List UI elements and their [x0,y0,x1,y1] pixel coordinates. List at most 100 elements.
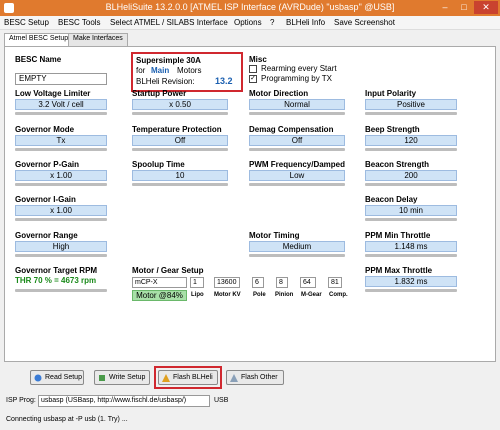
menu-options[interactable]: Options [234,18,262,27]
menu-save-screenshot[interactable]: Save Screenshot [334,18,395,27]
pinion-input[interactable]: 8 [276,277,288,288]
motor-type-select[interactable]: mCP-X [132,277,187,288]
beacon-delay-field[interactable]: 10 min [365,205,457,216]
motor-load-indicator: Motor @84% [132,290,187,301]
write-setup-label: Write Setup [109,374,146,381]
governor-mode-label: Governor Mode [15,125,75,134]
pwm-frequency-label: PWM Frequency/Damped [249,160,346,169]
governor-mode-slider[interactable] [15,148,107,151]
beacon-strength-label: Beacon Strength [365,160,430,169]
status-bar-text: Connecting usbasp at -P usb (1. Try) ... [6,416,128,423]
startup-power-slider[interactable] [132,112,228,115]
main-gear-caption: M-Gear [301,292,322,298]
rearming-label: Rearming every Start [261,64,337,73]
tab-make-interfaces[interactable]: Make Interfaces [68,33,128,46]
window-title: BLHeliSuite 13.2.0.0 [ATMEL ISP Interfac… [105,2,395,12]
besc-name-input[interactable]: EMPTY [15,73,107,85]
ppm-min-slider[interactable] [365,254,457,257]
info-main-label: Main [151,66,170,75]
motor-timing-slider[interactable] [249,254,345,257]
demag-field[interactable]: Off [249,135,345,146]
demag-label: Demag Compensation [249,125,334,134]
startup-power-field[interactable]: x 0.50 [132,99,228,110]
governor-mode-field[interactable]: Tx [15,135,107,146]
rearming-checkbox[interactable] [249,65,257,73]
startup-power-label: Startup Power [132,89,187,98]
flash-other-label: Flash Other [241,374,278,381]
ppm-max-slider[interactable] [365,289,457,292]
input-polarity-slider[interactable] [365,112,457,115]
demag-slider[interactable] [249,148,345,151]
motor-kv-input[interactable]: 13600 [214,277,240,288]
menu-blheli-info[interactable]: BLHeli Info [286,18,325,27]
gov-i-gain-field[interactable]: x 1.00 [15,205,107,216]
gov-i-gain-label: Governor I-Gain [15,195,76,204]
menu-select-interface[interactable]: Select ATMEL / SILABS Interface [110,18,228,27]
pwm-frequency-slider[interactable] [249,183,345,186]
minimize-button[interactable]: – [436,1,454,14]
maximize-button[interactable]: □ [455,1,473,14]
gov-range-slider[interactable] [15,254,107,257]
gov-range-field[interactable]: High [15,241,107,252]
motor-direction-slider[interactable] [249,112,345,115]
motor-timing-field[interactable]: Medium [249,241,345,252]
temp-protection-field[interactable]: Off [132,135,228,146]
compensation-input[interactable]: 81 [328,277,342,288]
title-bar: BLHeliSuite 13.2.0.0 [ATMEL ISP Interfac… [0,0,500,16]
beep-strength-field[interactable]: 120 [365,135,457,146]
gov-target-label: Governor Target RPM [15,266,98,275]
main-gear-input[interactable]: 64 [300,277,316,288]
beacon-delay-label: Beacon Delay [365,195,418,204]
temp-protection-label: Temperature Protection [132,125,222,134]
gov-i-gain-slider[interactable] [15,218,107,221]
spoolup-time-label: Spoolup Time [132,160,185,169]
programming-by-tx-label: Programming by TX [261,74,332,83]
beep-strength-label: Beep Strength [365,125,420,134]
ppm-max-label: PPM Max Throttle [365,266,433,275]
menu-besc-tools[interactable]: BESC Tools [58,18,101,27]
temp-protection-slider[interactable] [132,148,228,151]
input-polarity-field[interactable]: Positive [365,99,457,110]
tab-atmel-besc-setup[interactable]: Atmel BESC Setup [4,33,74,47]
flash-blheli-highlight [154,366,222,389]
gov-range-label: Governor Range [15,231,78,240]
isp-port-label: USB [214,397,229,404]
beacon-delay-slider[interactable] [365,218,457,221]
lipo-cells-input[interactable]: 1 [190,277,204,288]
gov-target-value: THR 70 % = 4673 rpm [15,276,97,285]
ppm-min-field[interactable]: 1.148 ms [365,241,457,252]
write-setup-button[interactable]: Write Setup [94,370,150,385]
gov-p-gain-field[interactable]: x 1.00 [15,170,107,181]
info-motors-label: Motors [177,66,202,75]
flash-other-button[interactable]: Flash Other [226,370,284,385]
motor-direction-field[interactable]: Normal [249,99,345,110]
pole-input[interactable]: 6 [252,277,264,288]
motor-gear-label: Motor / Gear Setup [132,266,204,275]
close-button[interactable]: ✕ [474,1,498,14]
info-for-label: for [136,66,146,75]
isp-programmer-select[interactable]: usbasp (USBasp, http://www.fischl.de/usb… [38,395,210,407]
beacon-strength-field[interactable]: 200 [365,170,457,181]
beacon-strength-slider[interactable] [365,183,457,186]
menu-bar: BESC Setup BESC Tools Select ATMEL / SIL… [0,16,500,30]
spoolup-time-field[interactable]: 10 [132,170,228,181]
setup-panel: BESC Name EMPTY Supersimple 30A for Main… [4,46,496,362]
programming-by-tx-checkbox[interactable]: ✓ [249,75,257,83]
beep-strength-slider[interactable] [365,148,457,151]
read-setup-label: Read Setup [45,374,82,381]
low-voltage-label: Low Voltage Limiter [15,89,91,98]
pole-caption: Pole [253,292,266,298]
low-voltage-field[interactable]: 3.2 Volt / cell [15,99,107,110]
gov-p-gain-slider[interactable] [15,183,107,186]
spoolup-time-slider[interactable] [132,183,228,186]
gov-p-gain-label: Governor P-Gain [15,160,80,169]
read-setup-button[interactable]: Read Setup [30,370,84,385]
motor-kv-caption: Motor KV [214,292,241,298]
gov-target-slider[interactable] [15,289,107,292]
menu-help[interactable]: ? [270,18,274,27]
pwm-frequency-field[interactable]: Low [249,170,345,181]
low-voltage-slider[interactable] [15,112,107,115]
menu-besc-setup[interactable]: BESC Setup [4,18,49,27]
ppm-max-field[interactable]: 1.832 ms [365,276,457,287]
pinion-caption: Pinion [275,292,294,298]
